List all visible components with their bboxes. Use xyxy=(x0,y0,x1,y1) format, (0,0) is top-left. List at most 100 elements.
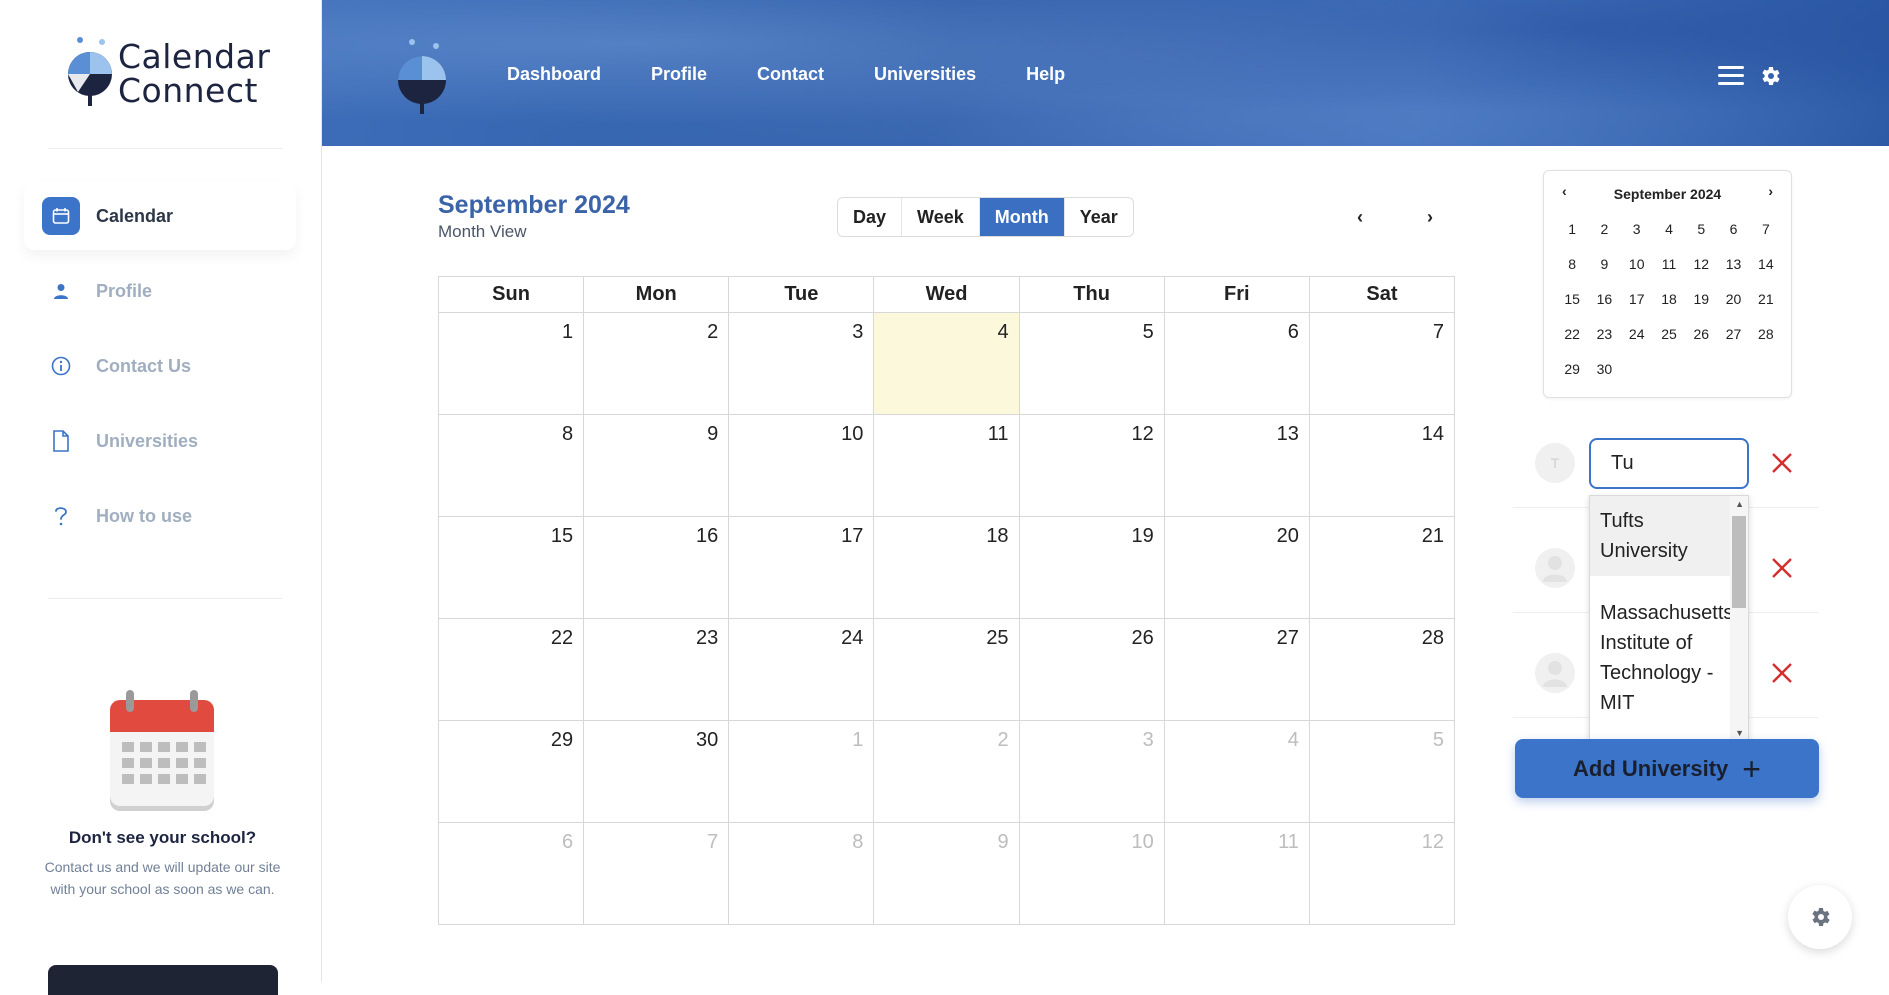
floating-settings-button[interactable] xyxy=(1788,885,1852,949)
day-cell-other-month[interactable]: 3 xyxy=(1018,720,1165,823)
top-nav-universities[interactable]: Universities xyxy=(874,64,976,85)
day-cell[interactable]: 11 xyxy=(873,414,1020,517)
settings-gear-icon[interactable] xyxy=(1758,64,1782,88)
mini-day[interactable]: 30 xyxy=(1588,359,1620,379)
day-cell[interactable]: 7 xyxy=(1308,312,1456,415)
day-cell-other-month[interactable]: 11 xyxy=(1163,822,1310,925)
day-cell[interactable]: 10 xyxy=(728,414,875,517)
hamburger-menu-icon[interactable] xyxy=(1718,66,1746,88)
day-cell-other-month[interactable]: 12 xyxy=(1308,822,1456,925)
top-nav-dashboard[interactable]: Dashboard xyxy=(507,64,601,85)
mini-day[interactable]: 11 xyxy=(1653,254,1685,274)
header-logo-icon[interactable] xyxy=(390,32,454,118)
day-cell-other-month[interactable]: 6 xyxy=(437,822,585,925)
autocomplete-option-tufts[interactable]: Tufts University xyxy=(1590,496,1732,576)
mini-day[interactable]: 26 xyxy=(1685,324,1717,344)
mini-day[interactable]: 28 xyxy=(1750,324,1782,344)
day-cell[interactable]: 16 xyxy=(583,516,730,619)
mini-day[interactable]: 18 xyxy=(1653,289,1685,309)
mini-day[interactable]: 9 xyxy=(1588,254,1620,274)
day-cell[interactable]: 29 xyxy=(437,720,585,823)
remove-university-close-icon[interactable] xyxy=(1769,450,1795,476)
mini-day[interactable]: 6 xyxy=(1717,219,1749,239)
dropdown-scrollbar[interactable]: ▲ ▼ xyxy=(1730,496,1748,741)
mini-day[interactable]: 23 xyxy=(1588,324,1620,344)
day-cell[interactable]: 30 xyxy=(583,720,730,823)
day-cell[interactable]: 19 xyxy=(1018,516,1165,619)
day-cell-other-month[interactable]: 5 xyxy=(1308,720,1456,823)
scroll-up-icon[interactable]: ▲ xyxy=(1735,499,1744,509)
mini-day[interactable]: 24 xyxy=(1621,324,1653,344)
view-week-button[interactable]: Week xyxy=(902,198,980,236)
top-nav-contact[interactable]: Contact xyxy=(757,64,824,85)
add-university-button[interactable]: Add University + xyxy=(1515,739,1819,798)
day-cell[interactable]: 21 xyxy=(1308,516,1456,619)
remove-university-close-icon[interactable] xyxy=(1769,555,1795,581)
sidebar-item-contact-us[interactable]: Contact Us xyxy=(24,332,296,400)
day-cell[interactable]: 23 xyxy=(583,618,730,721)
day-cell-other-month[interactable]: 8 xyxy=(728,822,875,925)
day-cell-other-month[interactable]: 7 xyxy=(583,822,730,925)
day-cell[interactable]: 3 xyxy=(728,312,875,415)
day-cell-other-month[interactable]: 4 xyxy=(1163,720,1310,823)
university-search-input[interactable] xyxy=(1589,438,1749,489)
day-cell[interactable]: 27 xyxy=(1163,618,1310,721)
day-cell-other-month[interactable]: 1 xyxy=(728,720,875,823)
day-cell[interactable]: 8 xyxy=(437,414,585,517)
day-cell[interactable]: 26 xyxy=(1018,618,1165,721)
day-cell-other-month[interactable]: 9 xyxy=(873,822,1020,925)
day-cell[interactable]: 25 xyxy=(873,618,1020,721)
day-cell[interactable]: 6 xyxy=(1163,312,1310,415)
sidebar-item-how-to-use[interactable]: How to use xyxy=(24,482,296,550)
day-cell[interactable]: 18 xyxy=(873,516,1020,619)
mini-day[interactable]: 13 xyxy=(1717,254,1749,274)
next-month-button[interactable]: › xyxy=(1418,205,1442,229)
day-cell[interactable]: 13 xyxy=(1163,414,1310,517)
mini-day[interactable]: 5 xyxy=(1685,219,1717,239)
contact-button[interactable] xyxy=(48,965,278,995)
day-cell[interactable]: 1 xyxy=(437,312,585,415)
view-year-button[interactable]: Year xyxy=(1064,198,1133,236)
brand-logo[interactable]: Calendar Connect xyxy=(58,30,298,120)
mini-day[interactable]: 2 xyxy=(1588,219,1620,239)
mini-day[interactable]: 15 xyxy=(1556,289,1588,309)
day-cell[interactable]: 12 xyxy=(1018,414,1165,517)
day-cell[interactable]: 5 xyxy=(1018,312,1165,415)
mini-day[interactable]: 25 xyxy=(1653,324,1685,344)
day-cell[interactable]: 28 xyxy=(1308,618,1456,721)
mini-day[interactable]: 4 xyxy=(1653,219,1685,239)
day-cell[interactable]: 15 xyxy=(437,516,585,619)
day-cell[interactable]: 2 xyxy=(583,312,730,415)
mini-day[interactable]: 21 xyxy=(1750,289,1782,309)
sidebar-item-universities[interactable]: Universities xyxy=(24,407,296,475)
view-day-button[interactable]: Day xyxy=(838,198,903,236)
day-cell[interactable]: 22 xyxy=(437,618,585,721)
mini-day[interactable]: 14 xyxy=(1750,254,1782,274)
mini-day[interactable]: 8 xyxy=(1556,254,1588,274)
day-cell[interactable]: 17 xyxy=(728,516,875,619)
mini-day[interactable]: 7 xyxy=(1750,219,1782,239)
mini-day[interactable]: 29 xyxy=(1556,359,1588,379)
day-cell[interactable]: 24 xyxy=(728,618,875,721)
scroll-down-icon[interactable]: ▼ xyxy=(1735,728,1744,738)
day-cell-today[interactable]: 4 xyxy=(873,312,1020,415)
day-cell[interactable]: 20 xyxy=(1163,516,1310,619)
scrollbar-thumb[interactable] xyxy=(1732,516,1746,608)
day-cell[interactable]: 9 xyxy=(583,414,730,517)
autocomplete-option-mit[interactable]: Massachusetts Institute of Technology - … xyxy=(1590,588,1733,728)
sidebar-item-profile[interactable]: Profile xyxy=(24,257,296,325)
remove-university-close-icon[interactable] xyxy=(1769,660,1795,686)
day-cell-other-month[interactable]: 10 xyxy=(1018,822,1165,925)
mini-day[interactable]: 1 xyxy=(1556,219,1588,239)
top-nav-profile[interactable]: Profile xyxy=(651,64,707,85)
mini-day[interactable]: 16 xyxy=(1588,289,1620,309)
mini-day[interactable]: 20 xyxy=(1717,289,1749,309)
top-nav-help[interactable]: Help xyxy=(1026,64,1065,85)
mini-day[interactable]: 22 xyxy=(1556,324,1588,344)
mini-day[interactable]: 12 xyxy=(1685,254,1717,274)
mini-day[interactable]: 3 xyxy=(1621,219,1653,239)
mini-day[interactable]: 27 xyxy=(1717,324,1749,344)
sidebar-item-calendar[interactable]: Calendar xyxy=(24,182,296,250)
view-month-button[interactable]: Month xyxy=(979,198,1065,236)
prev-month-button[interactable]: ‹ xyxy=(1348,205,1372,229)
